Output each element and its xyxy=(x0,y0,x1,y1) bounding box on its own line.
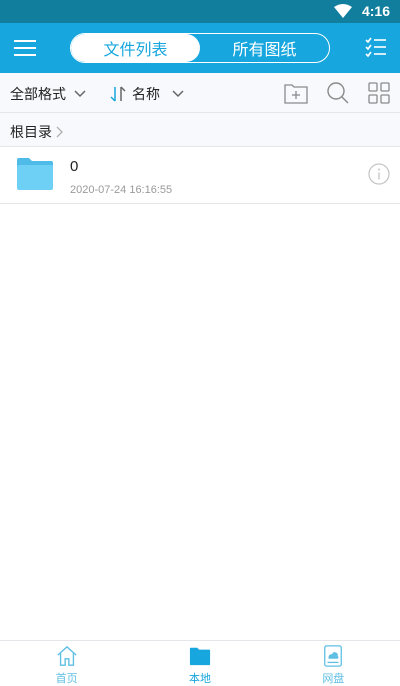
format-filter-label: 全部格式 xyxy=(10,87,66,103)
file-row[interactable]: 0 2020-07-24 16:16:55 xyxy=(0,147,400,204)
sort-label: 名称 xyxy=(132,87,160,103)
nav-home-label: 首页 xyxy=(55,672,78,685)
file-toolbar: 全部格式 名称 xyxy=(0,73,400,113)
folder-icon xyxy=(17,158,53,190)
breadcrumb-root[interactable]: 根目录 xyxy=(10,122,64,142)
breadcrumb-root-label: 根目录 xyxy=(10,125,52,141)
multi-select-icon[interactable] xyxy=(364,36,388,60)
wifi-icon xyxy=(334,4,352,18)
info-icon[interactable] xyxy=(368,163,390,185)
view-switcher: 文件列表 所有图纸 xyxy=(70,33,330,63)
tab-file-list[interactable]: 文件列表 xyxy=(71,34,200,62)
tab-all-drawings[interactable]: 所有图纸 xyxy=(200,34,329,62)
chevron-down-icon xyxy=(74,90,86,98)
breadcrumb: 根目录 xyxy=(0,113,400,147)
cloud-disk-icon xyxy=(324,645,343,667)
search-icon[interactable] xyxy=(326,81,350,105)
chevron-right-icon xyxy=(56,126,63,138)
file-name: 0 xyxy=(70,158,79,175)
nav-cloud-label: 网盘 xyxy=(322,672,345,685)
bottom-nav: 首页 本地 网盘 xyxy=(0,640,400,686)
status-bar: 4:16 xyxy=(0,0,400,23)
new-folder-icon[interactable] xyxy=(284,81,308,105)
sort-icon xyxy=(110,86,126,102)
chevron-down-icon xyxy=(172,90,184,98)
folder-icon xyxy=(189,647,211,666)
nav-home[interactable]: 首页 xyxy=(0,641,133,686)
sort-dropdown[interactable]: 名称 xyxy=(109,84,184,104)
nav-cloud[interactable]: 网盘 xyxy=(267,641,400,686)
nav-local[interactable]: 本地 xyxy=(133,641,266,686)
app-bar: 文件列表 所有图纸 xyxy=(0,23,400,73)
grid-view-icon[interactable] xyxy=(367,81,391,105)
menu-icon[interactable] xyxy=(12,36,38,60)
format-filter-dropdown[interactable]: 全部格式 xyxy=(10,84,86,104)
file-date: 2020-07-24 16:16:55 xyxy=(70,184,173,196)
nav-local-label: 本地 xyxy=(188,672,211,685)
status-time: 4:16 xyxy=(361,3,390,19)
home-icon xyxy=(57,645,77,666)
